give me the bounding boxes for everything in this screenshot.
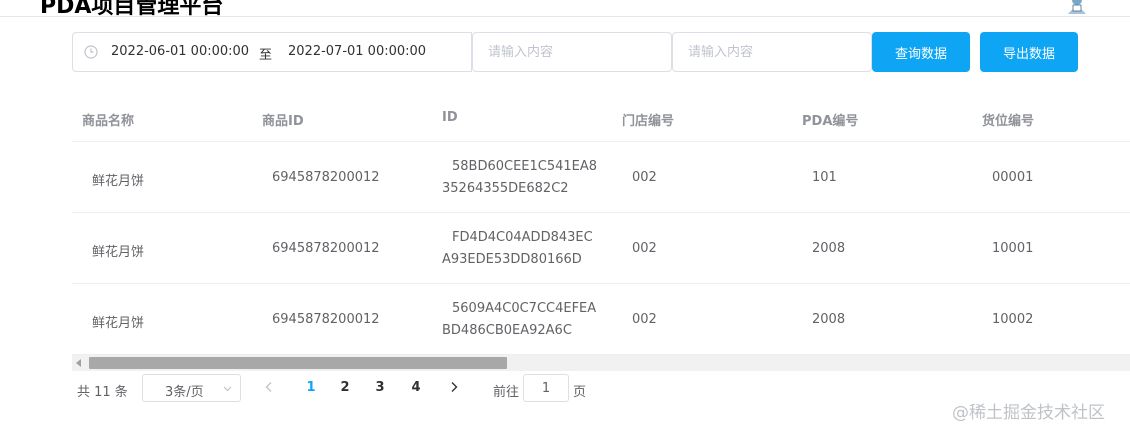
cell-id-line1: 58BD60CEE1C541EA8 [452,159,598,174]
page: PDA项目管理平台 2022-06-01 00:00:00 至 2022-07-… [0,0,1130,434]
cell-id-line1: FD4D4C04ADD843EC [452,230,593,245]
prev-page-chevron-icon[interactable] [264,381,274,393]
column-header-goods-name[interactable]: 商品名称 [82,110,134,129]
cell-pda-number: 2008 [812,312,846,327]
app-title: PDA项目管理平台 [40,0,224,17]
cell-id-line2: A93EDE53DD80166D [442,252,582,267]
date-end-value[interactable]: 2022-07-01 00:00:00 [288,44,426,59]
cell-id-line2: BD486CB0EA92A6C [442,323,572,338]
export-button[interactable]: 导出数据 [980,32,1078,72]
cell-pda-number: 101 [812,170,837,185]
column-header-store-number[interactable]: 门店编号 [622,110,674,129]
page-number-3[interactable]: 3 [372,380,388,395]
horizontal-scrollbar[interactable] [72,355,1130,371]
table-header: 商品名称 商品ID ID 门店编号 PDA编号 货位编号 [72,96,1130,142]
query-button[interactable]: 查询数据 [872,32,970,72]
goto-label: 前往 [493,385,520,400]
pagination-total: 共 11 条 [77,385,128,400]
column-header-pda-number[interactable]: PDA编号 [802,110,858,129]
cell-goods-name: 鲜花月饼 [92,174,145,189]
page-number-4[interactable]: 4 [408,380,424,395]
search-input-1[interactable] [472,32,672,72]
date-start-value[interactable]: 2022-06-01 00:00:00 [111,44,249,59]
cell-pda-number: 2008 [812,241,846,256]
column-header-location-number[interactable]: 货位编号 [982,110,1034,129]
cell-goods-id: 6945878200012 [272,241,380,256]
date-separator: 至 [259,48,273,63]
cell-id-line1: 5609A4C0C7CC4EFEA [452,301,597,316]
page-unit-label: 页 [573,385,587,400]
app-header: PDA项目管理平台 [0,0,1130,17]
cell-id-line2: 35264355DE682C2 [442,181,569,196]
page-size-select[interactable]: 3条/页 [142,374,241,402]
scroll-left-arrow-icon[interactable] [76,359,81,367]
page-size-value: 3条/页 [165,385,204,400]
cell-goods-id: 6945878200012 [272,170,380,185]
clock-icon [84,45,98,59]
date-range-picker[interactable]: 2022-06-01 00:00:00 至 2022-07-01 00:00:0… [72,32,472,72]
cell-location-number: 00001 [992,170,1034,185]
cell-store-number: 002 [632,170,657,185]
cell-id: 5609A4C0C7CC4EFEA BD486CB0EA92A6C [442,298,596,342]
cell-goods-name: 鲜花月饼 [92,316,145,331]
data-table: 商品名称 商品ID ID 门店编号 PDA编号 货位编号 鲜花月饼 694587… [72,96,1130,355]
cell-location-number: 10002 [992,312,1034,327]
cell-id: FD4D4C04ADD843EC A93EDE53DD80166D [442,227,593,271]
goto-page-input[interactable] [523,374,569,402]
table-row[interactable]: 鲜花月饼 6945878200012 5609A4C0C7CC4EFEA BD4… [72,284,1130,355]
column-header-id[interactable]: ID [442,110,458,125]
cell-goods-name: 鲜花月饼 [92,245,145,260]
page-number-1[interactable]: 1 [303,380,319,395]
cell-id: 58BD60CEE1C541EA8 35264355DE682C2 [442,156,597,200]
avatar-icon[interactable] [1066,0,1088,14]
cell-store-number: 002 [632,312,657,327]
column-header-goods-id[interactable]: 商品ID [262,110,304,129]
next-page-chevron-icon[interactable] [449,381,459,393]
cell-location-number: 10001 [992,241,1034,256]
cell-goods-id: 6945878200012 [272,312,380,327]
scrollbar-thumb[interactable] [89,357,507,369]
table-row[interactable]: 鲜花月饼 6945878200012 FD4D4C04ADD843EC A93E… [72,213,1130,284]
table-row[interactable]: 鲜花月饼 6945878200012 58BD60CEE1C541EA8 352… [72,142,1130,213]
watermark: @稀土掘金技术社区 [952,403,1105,423]
cell-store-number: 002 [632,241,657,256]
page-number-2[interactable]: 2 [337,380,353,395]
search-input-2[interactable] [672,32,872,72]
chevron-down-icon [223,386,232,392]
